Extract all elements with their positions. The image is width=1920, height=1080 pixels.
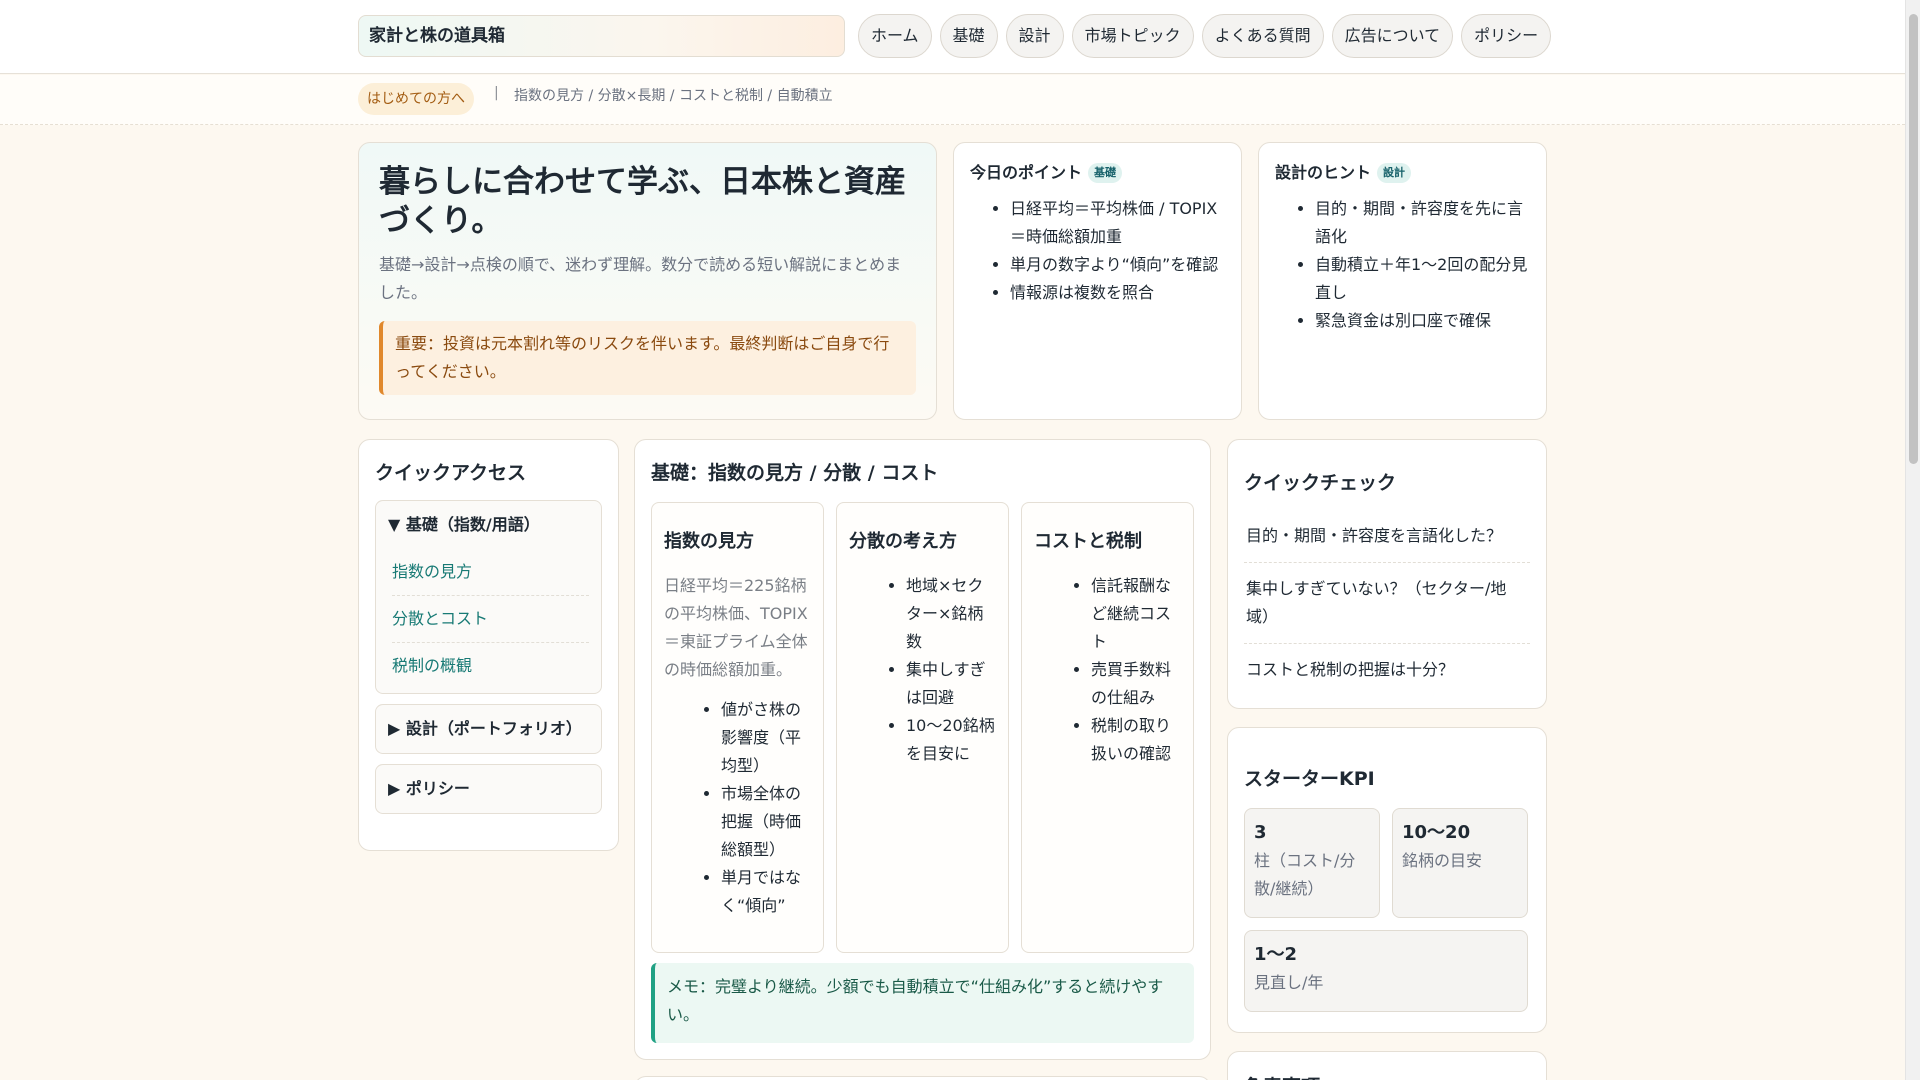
- today-point-heading: 今日のポイント 基礎: [970, 161, 1225, 185]
- kpi-value: 1〜2: [1254, 944, 1298, 965]
- kpi-box: 1〜2 見直し/年: [1244, 930, 1528, 1012]
- design-hint-heading: 設計のヒント 設計: [1275, 161, 1530, 185]
- list-item: 売買手数料の仕組み: [1091, 656, 1181, 712]
- starter-kpi-card: スターターKPI 3 柱（コスト/分散/継続） 10〜20 銘柄の目安 1〜2 …: [1227, 727, 1547, 1033]
- hero-lead: 基礎→設計→点検の順で、迷わず理解。数分で読める短い解説にまとめました。: [379, 255, 902, 302]
- list-item: 単月ではなく“傾向”: [721, 864, 811, 920]
- accordion-policy: ▶ ポリシー: [375, 764, 602, 814]
- kpi-value: 3: [1254, 822, 1267, 843]
- list-item: 値がさ株の影響度（平均型）: [721, 696, 811, 780]
- quick-access-card: クイックアクセス ▼ 基礎（指数/用語） 指数の見方 分散とコスト 税制の概観 …: [358, 439, 619, 851]
- basics-badge: 基礎: [1088, 163, 1123, 183]
- quick-access-title: クイックアクセス: [375, 462, 527, 484]
- column-diversification: 分散の考え方 地域×セクター×銘柄数 集中しすぎは回避 10〜20銘柄を目安に: [836, 502, 1009, 953]
- today-point-list: 日経平均＝平均株価 / TOPIX＝時価総額加重 単月の数字より“傾向”を確認 …: [970, 195, 1225, 307]
- nav-market-topics[interactable]: 市場トピック: [1071, 14, 1194, 58]
- column-list: 地域×セクター×銘柄数 集中しすぎは回避 10〜20銘柄を目安に: [849, 572, 996, 768]
- basics-title: 基礎：指数の見方 / 分散 / コスト: [651, 462, 939, 484]
- scrollbar-thumb[interactable]: [1909, 14, 1918, 464]
- site-brand[interactable]: 家計と株の道具箱: [358, 15, 845, 57]
- top-navigation-bar: 家計と株の道具箱 ホーム 基礎 設計 市場トピック よくある質問 広告について …: [0, 0, 1905, 74]
- column-title: 指数の見方: [664, 531, 754, 552]
- accordion-design-toggle[interactable]: ▶ 設計（ポートフォリオ）: [376, 705, 601, 753]
- kpi-label: 銘柄の目安: [1402, 851, 1483, 870]
- main-nav: ホーム 基礎 設計 市場トピック よくある質問 広告について ポリシー: [858, 14, 1552, 58]
- kpi-box: 10〜20 銘柄の目安: [1392, 808, 1528, 918]
- accordion-basics-links: 指数の見方 分散とコスト 税制の概観: [376, 549, 601, 693]
- nav-faq[interactable]: よくある質問: [1201, 14, 1324, 58]
- list-item: 単月の数字より“傾向”を確認: [1010, 251, 1225, 279]
- list-item: 日経平均＝平均株価 / TOPIX＝時価総額加重: [1010, 195, 1225, 251]
- page-scrollbar[interactable]: [1905, 0, 1920, 1080]
- column-list: 値がさ株の影響度（平均型） 市場全体の把握（時価総額型） 単月ではなく“傾向”: [664, 696, 811, 920]
- design-badge: 設計: [1377, 163, 1412, 183]
- today-point-title: 今日のポイント: [970, 163, 1083, 182]
- kpi-value: 10〜20: [1402, 822, 1471, 843]
- column-cost-tax: コストと税制 信託報酬など継続コスト 売買手数料の仕組み 税制の取り扱いの確認: [1021, 502, 1194, 953]
- kpi-box: 3 柱（コスト/分散/継続）: [1244, 808, 1380, 918]
- check-item[interactable]: 集中しすぎていない？（セクター/地域）: [1244, 563, 1530, 644]
- sub-separator: |: [494, 85, 499, 101]
- next-section-card: [634, 1076, 1211, 1080]
- list-item: 自動積立＋年1〜2回の配分見直し: [1315, 251, 1530, 307]
- disclaimer-card: 免責事項: [1227, 1051, 1547, 1080]
- quick-check-card: クイックチェック 目的・期間・許容度を言語化した？ 集中しすぎていない？（セクタ…: [1227, 439, 1547, 709]
- accordion-basics: ▼ 基礎（指数/用語） 指数の見方 分散とコスト 税制の概観: [375, 500, 602, 694]
- design-hint-card: 設計のヒント 設計 目的・期間・許容度を先に言語化 自動積立＋年1〜2回の配分見…: [1258, 142, 1547, 420]
- hero-title: 暮らしに合わせて学ぶ、日本株と資産づくり。: [379, 164, 906, 239]
- list-item: 情報源は複数を照合: [1010, 279, 1225, 307]
- list-item: 地域×セクター×銘柄数: [906, 572, 996, 656]
- nav-policy[interactable]: ポリシー: [1461, 14, 1552, 58]
- quick-check-list: 目的・期間・許容度を言語化した？ 集中しすぎていない？（セクター/地域） コスト…: [1244, 510, 1530, 696]
- list-item: 信託報酬など継続コスト: [1091, 572, 1181, 656]
- column-text: 日経平均＝225銘柄の平均株価、TOPIX＝東証プライム全体の時価総額加重。: [664, 576, 808, 679]
- topic-links[interactable]: 指数の見方 / 分散×長期 / コストと税制 / 自動積立: [514, 85, 833, 105]
- list-item: 目的・期間・許容度を先に言語化: [1315, 195, 1530, 251]
- kpi-grid: 3 柱（コスト/分散/継続） 10〜20 銘柄の目安 1〜2 見直し/年: [1244, 808, 1530, 1012]
- quick-check-title: クイックチェック: [1244, 472, 1397, 494]
- list-item: 10〜20銘柄を目安に: [906, 712, 996, 768]
- link-tax-overview[interactable]: 税制の概観: [392, 643, 589, 689]
- kpi-title: スターターKPI: [1244, 768, 1375, 790]
- sub-navigation-bar: はじめての方へ | 指数の見方 / 分散×長期 / コストと税制 / 自動積立: [0, 75, 1905, 125]
- nav-home[interactable]: ホーム: [858, 14, 932, 58]
- column-title: 分散の考え方: [849, 531, 957, 552]
- list-item: 市場全体の把握（時価総額型）: [721, 780, 811, 864]
- link-index-reading[interactable]: 指数の見方: [392, 549, 589, 596]
- kpi-label: 見直し/年: [1254, 973, 1324, 992]
- accordion-basics-toggle[interactable]: ▼ 基礎（指数/用語）: [376, 501, 601, 549]
- design-hint-list: 目的・期間・許容度を先に言語化 自動積立＋年1〜2回の配分見直し 緊急資金は別口…: [1275, 195, 1530, 335]
- column-title: コストと税制: [1034, 531, 1142, 552]
- disclaimer-title: 免責事項: [1244, 1072, 1530, 1080]
- link-diversification-cost[interactable]: 分散とコスト: [392, 596, 589, 643]
- nav-basics[interactable]: 基礎: [939, 14, 998, 58]
- list-item: 税制の取り扱いの確認: [1091, 712, 1181, 768]
- accordion-design: ▶ 設計（ポートフォリオ）: [375, 704, 602, 754]
- basics-columns: 指数の見方 日経平均＝225銘柄の平均株価、TOPIX＝東証プライム全体の時価総…: [651, 502, 1194, 953]
- beginners-tag[interactable]: はじめての方へ: [358, 83, 474, 115]
- design-hint-title: 設計のヒント: [1275, 163, 1372, 182]
- nav-ads[interactable]: 広告について: [1331, 14, 1454, 58]
- nav-design[interactable]: 設計: [1005, 14, 1064, 58]
- list-item: 緊急資金は別口座で確保: [1315, 307, 1530, 335]
- memo-note: メモ：完璧より継続。少額でも自動積立で“仕組み化”すると続けやすい。: [651, 963, 1194, 1043]
- list-item: 集中しすぎは回避: [906, 656, 996, 712]
- accordion-policy-toggle[interactable]: ▶ ポリシー: [376, 765, 601, 813]
- today-point-card: 今日のポイント 基礎 日経平均＝平均株価 / TOPIX＝時価総額加重 単月の数…: [953, 142, 1242, 420]
- hero-card: 暮らしに合わせて学ぶ、日本株と資産づくり。 基礎→設計→点検の順で、迷わず理解。…: [358, 142, 937, 420]
- column-index-reading: 指数の見方 日経平均＝225銘柄の平均株価、TOPIX＝東証プライム全体の時価総…: [651, 502, 824, 953]
- kpi-label: 柱（コスト/分散/継続）: [1254, 851, 1356, 898]
- check-item[interactable]: 目的・期間・許容度を言語化した？: [1244, 510, 1530, 563]
- column-list: 信託報酬など継続コスト 売買手数料の仕組み 税制の取り扱いの確認: [1034, 572, 1181, 768]
- risk-notice: 重要：投資は元本割れ等のリスクを伴います。最終判断はご自身で行ってください。: [379, 321, 916, 395]
- basics-card: 基礎：指数の見方 / 分散 / コスト 指数の見方 日経平均＝225銘柄の平均株…: [634, 439, 1211, 1060]
- check-item[interactable]: コストと税制の把握は十分？: [1244, 644, 1530, 696]
